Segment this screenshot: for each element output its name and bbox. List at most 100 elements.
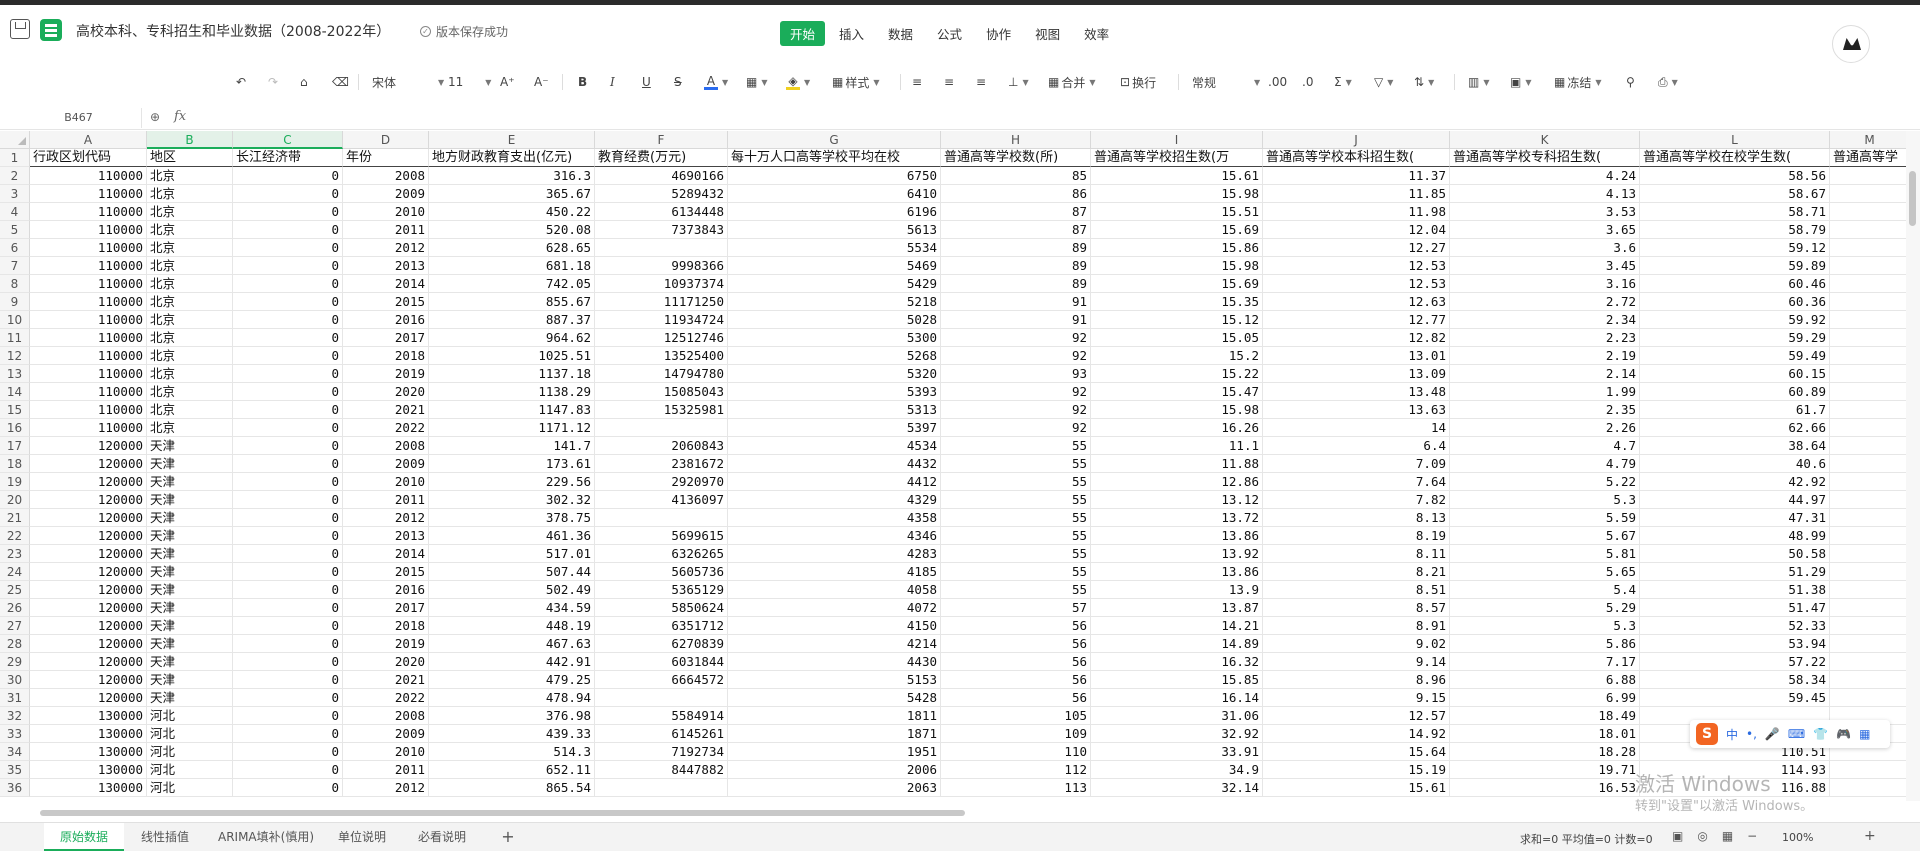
- zoom-level[interactable]: 100%: [1782, 831, 1813, 844]
- table-cell[interactable]: 1.99: [1450, 383, 1640, 401]
- avatar[interactable]: [1832, 25, 1870, 63]
- table-cell[interactable]: 1951: [728, 743, 941, 761]
- column-title-cell[interactable]: 每十万人口高等学校平均在校: [728, 149, 941, 167]
- table-cell[interactable]: 6.99: [1450, 689, 1640, 707]
- row-header[interactable]: 26: [0, 599, 30, 617]
- table-cell[interactable]: 56: [941, 617, 1091, 635]
- table-cell[interactable]: 32.92: [1091, 725, 1263, 743]
- view-grid-icon[interactable]: ▦: [1722, 829, 1733, 843]
- column-header-e[interactable]: E: [429, 131, 595, 149]
- table-cell[interactable]: 5605736: [595, 563, 728, 581]
- ime-game-icon[interactable]: 🎮: [1836, 727, 1851, 741]
- table-cell[interactable]: 16.14: [1091, 689, 1263, 707]
- table-cell[interactable]: 1147.83: [429, 401, 595, 419]
- table-cell[interactable]: 1871: [728, 725, 941, 743]
- table-cell[interactable]: [1830, 599, 1910, 617]
- table-cell[interactable]: 天津: [147, 545, 233, 563]
- row-header[interactable]: 34: [0, 743, 30, 761]
- table-cell[interactable]: 113: [941, 779, 1091, 797]
- table-cell[interactable]: 0: [233, 167, 343, 185]
- table-cell[interactable]: 河北: [147, 743, 233, 761]
- table-cell[interactable]: 0: [233, 311, 343, 329]
- table-cell[interactable]: 7.82: [1263, 491, 1450, 509]
- row-header[interactable]: 33: [0, 725, 30, 743]
- table-cell[interactable]: 2016: [343, 311, 429, 329]
- table-cell[interactable]: 13.01: [1263, 347, 1450, 365]
- ime-skin-icon[interactable]: 👕: [1813, 727, 1828, 741]
- table-cell[interactable]: 59.29: [1640, 329, 1830, 347]
- table-cell[interactable]: 2920970: [595, 473, 728, 491]
- name-box[interactable]: B467: [16, 108, 142, 128]
- row-header[interactable]: 8: [0, 275, 30, 293]
- table-cell[interactable]: 2014: [343, 275, 429, 293]
- table-cell[interactable]: [1830, 239, 1910, 257]
- bold-button[interactable]: B: [578, 72, 587, 92]
- table-cell[interactable]: 51.38: [1640, 581, 1830, 599]
- table-cell[interactable]: 2014: [343, 545, 429, 563]
- table-cell[interactable]: 5429: [728, 275, 941, 293]
- table-cell[interactable]: 31.06: [1091, 707, 1263, 725]
- filter-icon[interactable]: ▽ ▼: [1374, 72, 1393, 92]
- border-icon[interactable]: ▦ ▼: [746, 72, 768, 92]
- table-cell[interactable]: 6351712: [595, 617, 728, 635]
- table-cell[interactable]: 天津: [147, 689, 233, 707]
- table-cell[interactable]: 33.91: [1091, 743, 1263, 761]
- table-cell[interactable]: 742.05: [429, 275, 595, 293]
- table-cell[interactable]: 14.92: [1263, 725, 1450, 743]
- table-cell[interactable]: 5028: [728, 311, 941, 329]
- table-cell[interactable]: 2.34: [1450, 311, 1640, 329]
- zoom-in-icon[interactable]: +: [1864, 828, 1876, 844]
- row-header[interactable]: 17: [0, 437, 30, 455]
- table-cell[interactable]: [595, 419, 728, 437]
- column-title-cell[interactable]: 普通高等学校专科招生数(: [1450, 149, 1640, 167]
- table-cell[interactable]: 0: [233, 329, 343, 347]
- table-cell[interactable]: [1830, 455, 1910, 473]
- table-cell[interactable]: 12.53: [1263, 275, 1450, 293]
- table-cell[interactable]: 13.87: [1091, 599, 1263, 617]
- table-cell[interactable]: 120000: [30, 455, 147, 473]
- table-cell[interactable]: 92: [941, 419, 1091, 437]
- table-cell[interactable]: 60.36: [1640, 293, 1830, 311]
- vertical-scroll-thumb[interactable]: [1909, 171, 1916, 226]
- row-header[interactable]: 1: [0, 149, 30, 167]
- table-cell[interactable]: 4214: [728, 635, 941, 653]
- redo-icon[interactable]: ↷: [268, 72, 278, 92]
- table-cell[interactable]: 461.36: [429, 527, 595, 545]
- document-title[interactable]: 高校本科、专科招生和毕业数据（2008-2022年）: [76, 21, 390, 41]
- table-cell[interactable]: 2011: [343, 221, 429, 239]
- table-cell[interactable]: 15.86: [1091, 239, 1263, 257]
- table-cell[interactable]: 6134448: [595, 203, 728, 221]
- table-cell[interactable]: 北京: [147, 203, 233, 221]
- table-cell[interactable]: 2013: [343, 527, 429, 545]
- table-cell[interactable]: [1830, 617, 1910, 635]
- table-cell[interactable]: 4534: [728, 437, 941, 455]
- table-cell[interactable]: 9998366: [595, 257, 728, 275]
- table-cell[interactable]: [1830, 329, 1910, 347]
- table-cell[interactable]: 4283: [728, 545, 941, 563]
- table-cell[interactable]: 110000: [30, 221, 147, 239]
- table-cell[interactable]: 15325981: [595, 401, 728, 419]
- column-title-cell[interactable]: 长江经济带: [233, 149, 343, 167]
- table-cell[interactable]: 8.11: [1263, 545, 1450, 563]
- table-cell[interactable]: 18.01: [1450, 725, 1640, 743]
- table-cell[interactable]: 7.17: [1450, 653, 1640, 671]
- table-cell[interactable]: 964.62: [429, 329, 595, 347]
- table-cell[interactable]: [1830, 581, 1910, 599]
- table-cell[interactable]: 652.11: [429, 761, 595, 779]
- row-header[interactable]: 11: [0, 329, 30, 347]
- row-header[interactable]: 3: [0, 185, 30, 203]
- table-cell[interactable]: 15.85: [1091, 671, 1263, 689]
- table-cell[interactable]: 天津: [147, 491, 233, 509]
- table-cell[interactable]: 86: [941, 185, 1091, 203]
- row-header[interactable]: 20: [0, 491, 30, 509]
- table-cell[interactable]: 天津: [147, 473, 233, 491]
- table-cell[interactable]: 0: [233, 293, 343, 311]
- table-cell[interactable]: 91: [941, 293, 1091, 311]
- table-cell[interactable]: 19.71: [1450, 761, 1640, 779]
- tab-home[interactable]: 开始: [780, 21, 826, 46]
- table-cell[interactable]: 0: [233, 563, 343, 581]
- table-cell[interactable]: 5218: [728, 293, 941, 311]
- table-cell[interactable]: 12512746: [595, 329, 728, 347]
- table-cell[interactable]: [1830, 563, 1910, 581]
- row-header[interactable]: 25: [0, 581, 30, 599]
